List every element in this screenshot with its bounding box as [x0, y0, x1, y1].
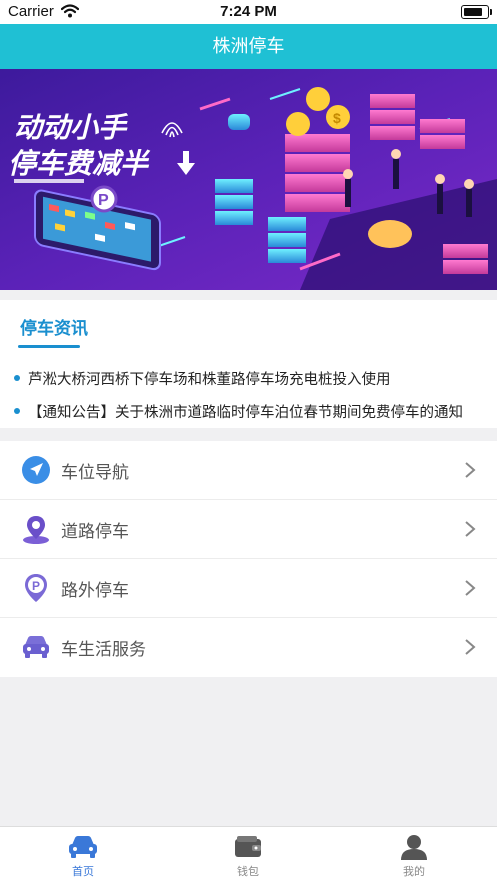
tab-label: 我的	[403, 865, 425, 878]
tab-me[interactable]: 我的	[364, 827, 464, 884]
menu-item-navigation[interactable]: 车位导航	[0, 441, 497, 500]
chevron-right-icon	[465, 462, 476, 478]
car-home-icon	[69, 836, 97, 858]
tab-label: 钱包	[237, 865, 259, 878]
news-item[interactable]: 芦淞大桥河西桥下停车场和株董路停车场充电桩投入使用	[14, 368, 484, 389]
status-bar: Carrier 7:24 PM	[0, 0, 497, 24]
app-header: 株洲停车	[0, 24, 497, 69]
svg-text:P: P	[98, 192, 109, 209]
tab-home[interactable]: 首页	[33, 827, 133, 884]
navigation-arrow-icon	[22, 456, 50, 484]
location-pin-icon	[23, 516, 49, 544]
menu-item-label: 路外停车	[61, 581, 129, 601]
menu-item-label: 车生活服务	[61, 640, 146, 660]
user-icon	[401, 835, 427, 860]
chevron-right-icon	[465, 639, 476, 655]
menu-item-label: 车位导航	[61, 463, 129, 483]
page-title: 株洲停车	[212, 36, 285, 57]
car-icon	[23, 636, 49, 658]
menu-item-road-parking[interactable]: 道路停车	[0, 500, 497, 559]
news-title-underline	[18, 345, 80, 348]
menu-item-label: 道路停车	[61, 522, 129, 542]
banner-illustration: P $ 动动小手 停车费减半	[0, 69, 497, 290]
svg-text:$: $	[333, 110, 341, 126]
news-item-text: 【通知公告】关于株洲市道路临时停车泊位春节期间免费停车的通知	[28, 405, 463, 421]
bullet-dot-icon	[14, 375, 20, 381]
chevron-right-icon	[465, 580, 476, 596]
svg-text:P: P	[32, 579, 40, 593]
banner-headline-2: 停车费减半	[8, 147, 151, 180]
parking-p-icon: P	[25, 574, 47, 602]
wallet-icon	[235, 836, 261, 857]
news-item-text: 芦淞大桥河西桥下停车场和株董路停车场充电桩投入使用	[28, 372, 391, 388]
promo-banner[interactable]: P $ 动动小手 停车费减半	[0, 69, 497, 290]
news-item[interactable]: 【通知公告】关于株洲市道路临时停车泊位春节期间免费停车的通知	[14, 401, 484, 422]
clock: 7:24 PM	[220, 3, 277, 20]
news-section: 停车资讯 芦淞大桥河西桥下停车场和株董路停车场充电桩投入使用 【通知公告】关于株…	[0, 300, 497, 428]
menu-item-car-life[interactable]: 车生活服务	[0, 618, 497, 677]
battery-icon	[461, 5, 492, 19]
bullet-dot-icon	[14, 408, 20, 414]
tab-wallet[interactable]: 钱包	[198, 827, 298, 884]
menu-item-offroad-parking[interactable]: P 路外停车	[0, 559, 497, 618]
service-menu: 车位导航 道路停车 P 路外停车 车生活服务	[0, 441, 497, 677]
bottom-tab-bar: 首页 钱包 我的	[0, 826, 497, 884]
news-section-title: 停车资讯	[20, 319, 88, 339]
tab-label: 首页	[72, 865, 94, 878]
banner-headline-1: 动动小手	[14, 111, 129, 144]
chevron-right-icon	[465, 521, 476, 537]
